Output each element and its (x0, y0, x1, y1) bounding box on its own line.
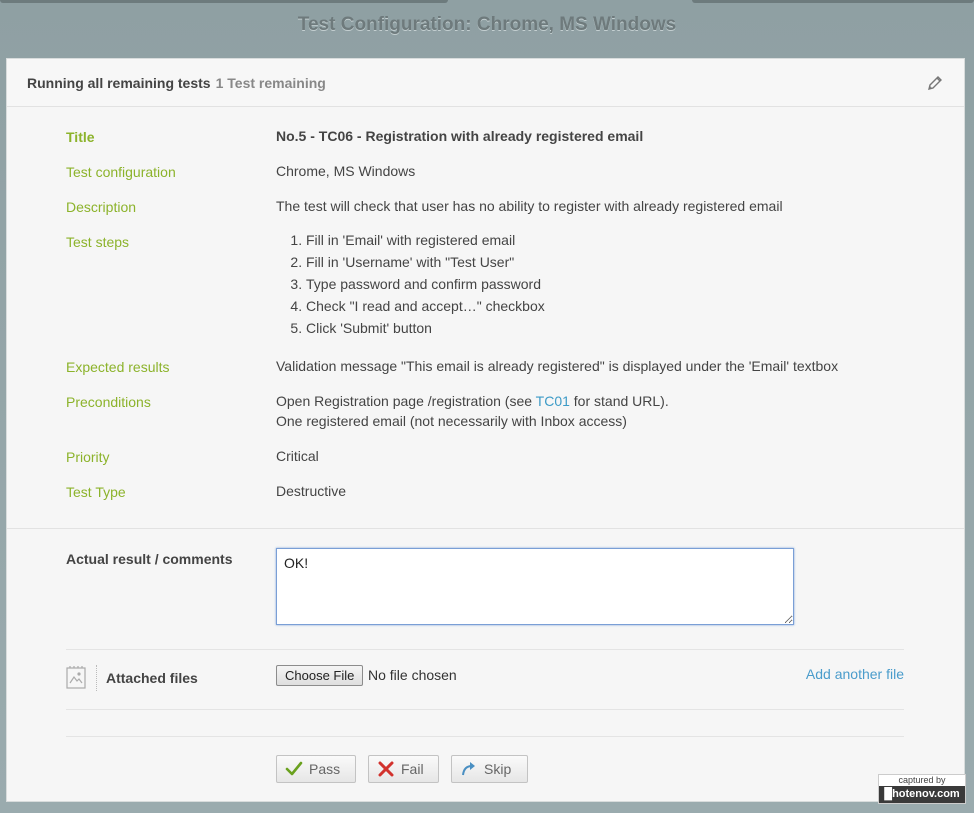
divider (66, 736, 904, 737)
watermark: captured by █hotenov.com (878, 774, 966, 804)
test-run-panel: Running all remaining tests 1 Test remai… (6, 58, 965, 802)
file-status: No file chosen (368, 667, 457, 683)
expected-value: Validation message "This email is alread… (276, 358, 839, 374)
section-divider (7, 528, 964, 529)
steps-label: Test steps (66, 234, 130, 250)
step-item: Click 'Submit' button (306, 317, 545, 339)
comments-label: Actual result / comments (66, 551, 233, 567)
step-item: Fill in 'Username' with "Test User" (306, 251, 545, 273)
priority-value: Critical (276, 448, 319, 464)
pass-button[interactable]: Pass (276, 755, 356, 783)
remaining-count: 1 Test remaining (215, 74, 326, 91)
priority-label: Priority (66, 449, 110, 465)
page-title: Test Configuration: Chrome, MS Windows (297, 14, 677, 35)
top-tab-right (692, 0, 974, 3)
title-value: No.5 - TC06 - Registration with already … (276, 128, 644, 144)
config-label: Test configuration (66, 164, 176, 180)
cross-icon (378, 761, 394, 777)
pencil-icon[interactable] (926, 74, 944, 92)
preconditions-line2: One registered email (not necessarily wi… (276, 413, 627, 429)
divider (66, 709, 904, 710)
description-value: The test will check that user has no abi… (276, 198, 783, 214)
config-value: Chrome, MS Windows (276, 163, 416, 179)
panel-header: Running all remaining tests 1 Test remai… (7, 59, 964, 107)
preconditions-label: Preconditions (66, 394, 151, 410)
top-tab-left (0, 0, 448, 3)
step-item: Type password and confirm password (306, 273, 545, 295)
attach-separator (96, 665, 98, 691)
fail-button[interactable]: Fail (368, 755, 439, 783)
divider (66, 649, 904, 650)
test-type-label: Test Type (66, 484, 126, 500)
skip-arrow-icon (462, 762, 475, 776)
watermark-bottom: █hotenov.com (884, 788, 960, 800)
preconditions-text: Open Registration page /registration (se… (276, 393, 536, 409)
add-another-file-link[interactable]: Add another file (806, 666, 904, 682)
step-item: Fill in 'Email' with registered email (306, 229, 545, 251)
preconditions-text-after: for stand URL). (569, 393, 669, 409)
step-item: Check "I read and accept…" checkbox (306, 295, 545, 317)
watermark-top: captured by (879, 775, 965, 786)
test-type-value: Destructive (276, 483, 347, 499)
comments-textarea[interactable]: OK! (276, 548, 794, 625)
choose-file-button[interactable]: Choose File (276, 665, 364, 686)
pass-label: Pass (309, 761, 341, 777)
skip-button[interactable]: Skip (451, 755, 528, 783)
attached-files-label: Attached files (106, 670, 198, 686)
preconditions-value: Open Registration page /registration (se… (276, 391, 669, 431)
attachment-icon (66, 666, 86, 689)
tc01-link[interactable]: TC01 (536, 393, 570, 409)
running-label: Running all remaining tests (27, 74, 211, 91)
skip-label: Skip (484, 761, 512, 777)
title-label: Title (66, 129, 95, 145)
fail-label: Fail (401, 761, 424, 777)
expected-label: Expected results (66, 359, 170, 375)
description-label: Description (66, 199, 137, 215)
steps-list: Fill in 'Email' with registered email Fi… (276, 229, 545, 339)
checkmark-icon (285, 761, 303, 776)
